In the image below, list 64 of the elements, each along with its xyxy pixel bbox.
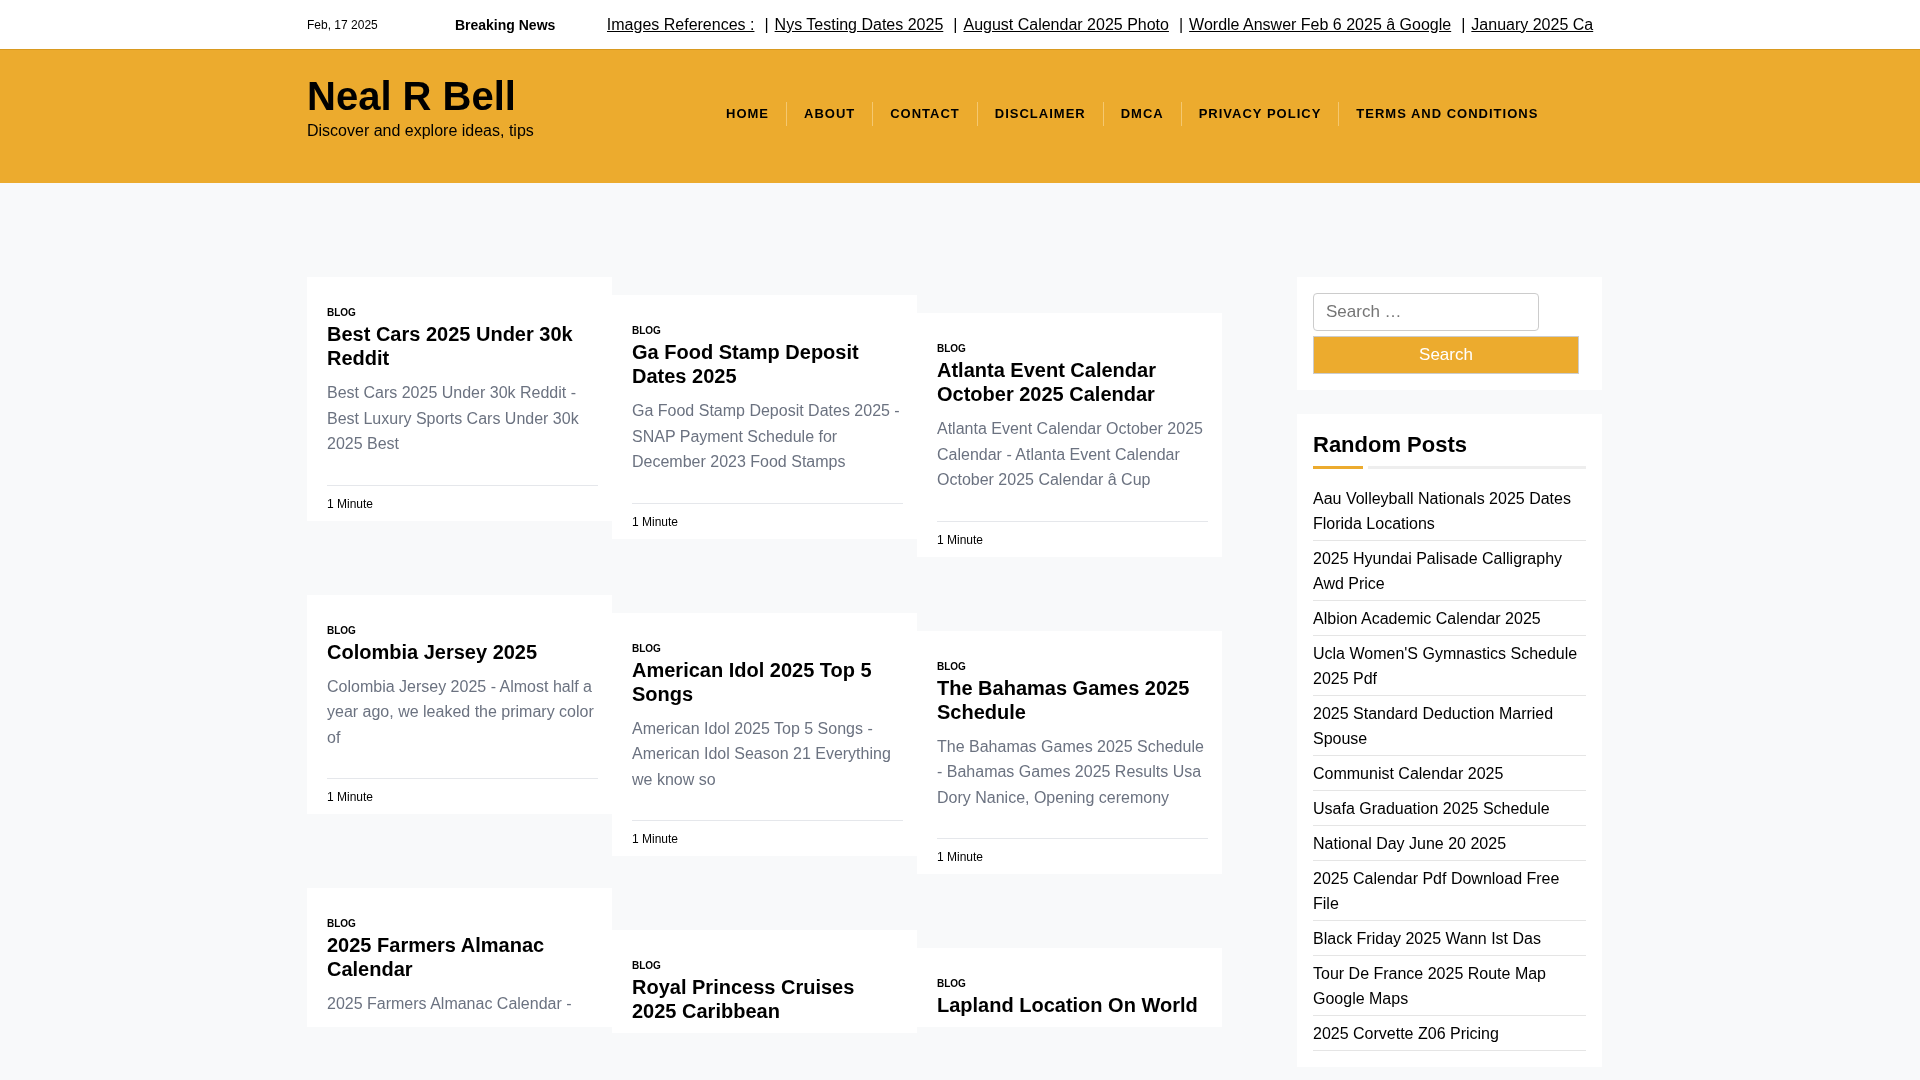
breaking-news-label: Breaking News (454, 16, 557, 33)
random-post-link[interactable]: Albion Academic Calendar 2025 (1313, 601, 1586, 636)
random-post-link[interactable]: Tour De France 2025 Route Map Google Maps (1313, 956, 1586, 1016)
post-title[interactable]: Ga Food Stamp Deposit Dates 2025 (632, 340, 903, 388)
category-link[interactable]: BLOG (327, 624, 598, 636)
read-time: 1 Minute (937, 850, 984, 864)
category-link[interactable]: BLOG (937, 660, 1208, 672)
random-post-link[interactable]: Communist Calendar 2025 (1313, 756, 1586, 791)
nav-link[interactable]: PRIVACY POLICY (1180, 102, 1339, 126)
nav-link[interactable]: DISCLAIMER (976, 102, 1103, 126)
post-title[interactable]: Lapland Location On World (937, 993, 1208, 1017)
random-post-link[interactable]: National Day June 20 2025 (1313, 826, 1586, 861)
nav-link[interactable]: DMCA (1102, 102, 1181, 126)
read-time: 1 Minute (937, 532, 984, 547)
post-excerpt: Ga Food Stamp Deposit Dates 2025 - SNAP Payment Schedule for December 2023 Food Stamps (632, 401, 901, 472)
ticker-link[interactable]: Images References : (606, 15, 755, 34)
nav-link[interactable]: ABOUT (786, 102, 873, 126)
post-excerpt: 2025 Farmers Almanac Calendar - (327, 994, 573, 1014)
post-title[interactable]: American Idol 2025 Top 5 Songs (632, 657, 903, 706)
separator: | (764, 15, 769, 34)
post-excerpt: Best Cars 2025 Under 30k Reddit - Best Luxury Sports Cars Under 30k 2025 Best (327, 383, 580, 454)
read-time: 1 Minute (632, 832, 679, 846)
read-time: 1 Minute (327, 496, 374, 511)
read-time: 1 Minute (632, 514, 679, 529)
random-post-link[interactable]: 2025 Calendar Pdf Download Free File (1313, 861, 1586, 921)
ticker-link[interactable]: Nys Testing Dates 2025 (774, 15, 944, 34)
random-post-link[interactable]: 2025 Standard Deduction Married Spouse (1313, 696, 1586, 756)
post-excerpt: Colombia Jersey 2025 - Almost half a year ago, we leaked the primary color of (327, 676, 595, 748)
post-excerpt: Atlanta Event Calendar October 2025 Calendar - Atlanta Event Calendar October 2025 Calendar â Cup (937, 419, 1204, 490)
category-link[interactable]: BLOG (937, 343, 1208, 354)
post-title[interactable]: 2025 Farmers Almanac Calendar (327, 933, 598, 981)
random-post-link[interactable]: Ucla Women'S Gymnastics Schedule 2025 Pdf (1313, 636, 1586, 696)
post-title[interactable]: The Bahamas Games 2025 Schedule (937, 675, 1208, 724)
random-post-link[interactable]: 2025 Corvette Z06 Pricing (1313, 1016, 1586, 1051)
random-post-link[interactable]: Aau Volleyball Nationals 2025 Dates Florida Locations (1313, 481, 1586, 541)
post-title[interactable]: Royal Princess Cruises 2025 Caribbean (632, 975, 903, 1023)
post-title[interactable]: Colombia Jersey 2025 (327, 639, 598, 664)
read-time: 1 Minute (327, 790, 374, 804)
post-excerpt: American Idol 2025 Top 5 Songs - American Idol Season 21 Everything we know so (632, 718, 892, 790)
category-link[interactable]: BLOG (327, 918, 598, 929)
random-post-link[interactable]: 2025 Hyundai Palisade Calligraphy Awd Price (1313, 541, 1586, 601)
title-underline (1313, 466, 1363, 469)
widget-title: Random Posts (1313, 432, 1469, 458)
separator: | (953, 15, 958, 34)
category-link[interactable]: BLOG (632, 960, 903, 971)
nav-link[interactable]: CONTACT (872, 102, 977, 126)
site-tagline: Discover and explore ideas, tips (307, 122, 535, 140)
random-post-link[interactable]: Usafa Graduation 2025 Schedule (1313, 791, 1586, 826)
date-text: Feb, 17 2025 (307, 17, 379, 32)
search-field[interactable]: Search … (1313, 293, 1539, 331)
post-title[interactable]: Atlanta Event Calendar October 2025 Calendar (937, 358, 1208, 406)
category-link[interactable]: BLOG (327, 307, 598, 318)
separator: | (1461, 15, 1466, 34)
ticker-link[interactable]: Wordle Answer Feb 6 2025 â Google (1189, 15, 1452, 34)
ticker-link[interactable]: August Calendar 2025 Photo (963, 15, 1169, 34)
ticker-link[interactable]: January 2025 Ca (1471, 15, 1594, 34)
post-title[interactable]: Best Cars 2025 Under 30k Reddit (327, 322, 598, 370)
category-link[interactable]: BLOG (937, 978, 1208, 989)
separator: | (1178, 15, 1184, 34)
nav-link[interactable]: TERMS AND CONDITIONS (1338, 102, 1556, 126)
category-link[interactable]: BLOG (632, 325, 903, 336)
random-post-link[interactable]: Black Friday 2025 Wann Ist Das (1313, 921, 1586, 956)
category-link[interactable]: BLOG (632, 642, 903, 654)
post-excerpt: The Bahamas Games 2025 Schedule - Bahamas Games 2025 Results Usa Dory Nanice, Opening ceremony (937, 736, 1205, 808)
